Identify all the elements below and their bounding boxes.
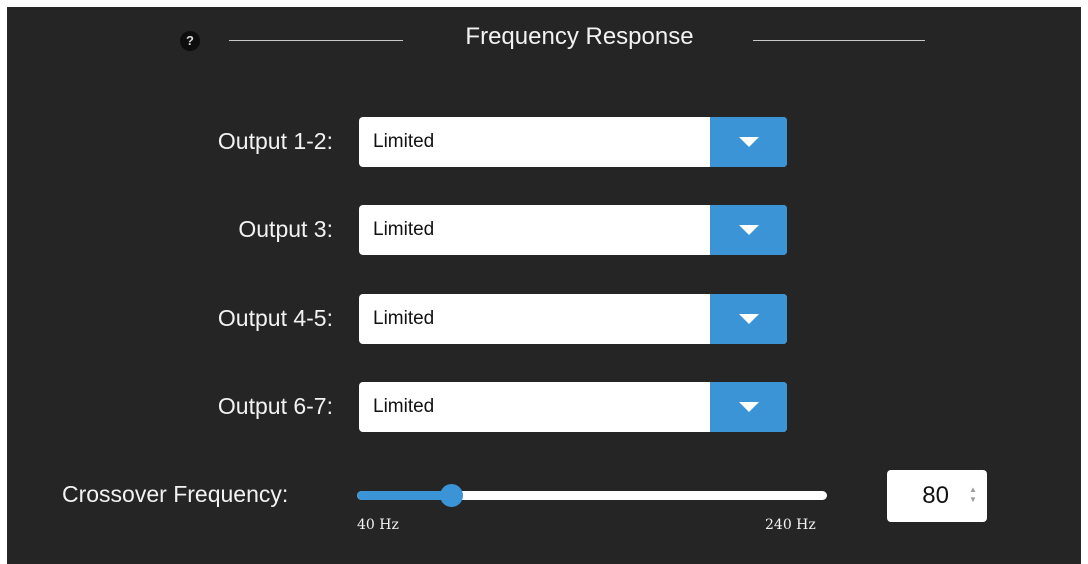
crossover-frequency-value: 80	[922, 482, 949, 509]
frequency-response-panel: ? Frequency Response Output 1-2: Limited…	[7, 7, 1081, 564]
dropdown-button[interactable]	[710, 117, 787, 167]
slider-max-label: 240 Hz	[765, 517, 816, 533]
output-1-2-select[interactable]: Limited	[359, 117, 787, 167]
section-title: Frequency Response	[465, 23, 694, 50]
chevron-down-icon	[739, 314, 759, 324]
select-value: Limited	[373, 396, 435, 417]
output-3-select[interactable]: Limited	[359, 205, 787, 255]
output-6-7-label: Output 6-7:	[217, 393, 333, 419]
chevron-down-icon	[739, 137, 759, 147]
title-divider-left	[229, 40, 403, 41]
chevron-down-icon	[739, 225, 759, 235]
select-value: Limited	[373, 219, 435, 240]
select-value: Limited	[373, 131, 435, 152]
select-value: Limited	[373, 308, 435, 329]
output-6-7-select[interactable]: Limited	[359, 382, 787, 432]
crossover-frequency-input[interactable]: 80 ▲ ▼	[887, 470, 987, 522]
crossover-frequency-slider[interactable]	[357, 484, 827, 507]
dropdown-button[interactable]	[710, 382, 787, 432]
spinner-icon[interactable]: ▲ ▼	[967, 485, 979, 505]
output-4-5-select[interactable]: Limited	[359, 294, 787, 344]
output-3-label: Output 3:	[238, 216, 333, 242]
slider-min-label: 40 Hz	[357, 517, 399, 533]
help-icon[interactable]: ?	[180, 31, 200, 51]
dropdown-button[interactable]	[710, 294, 787, 344]
crossover-frequency-label: Crossover Frequency:	[62, 481, 289, 507]
output-1-2-label: Output 1-2:	[217, 128, 333, 154]
title-divider-right	[753, 40, 925, 41]
dropdown-button[interactable]	[710, 205, 787, 255]
slider-fill	[357, 491, 451, 500]
slider-thumb[interactable]	[440, 484, 463, 507]
chevron-down-icon	[739, 402, 759, 412]
output-4-5-label: Output 4-5:	[217, 305, 333, 331]
